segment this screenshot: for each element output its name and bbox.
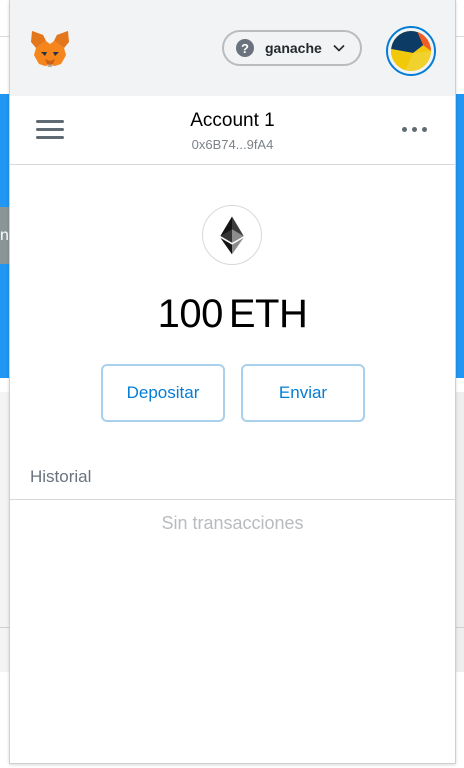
account-menu-button[interactable]	[386, 26, 436, 76]
account-address[interactable]: 0x6B74...9fA4	[10, 137, 455, 152]
send-button[interactable]: Enviar	[241, 364, 365, 422]
metamask-fox-icon[interactable]	[28, 28, 72, 72]
help-icon: ?	[236, 39, 254, 57]
app-header: ? ganache	[10, 0, 455, 96]
identicon-avatar	[391, 31, 431, 71]
page-panel-right	[456, 392, 464, 672]
page-side-letter: n	[0, 227, 9, 244]
history-divider	[10, 499, 455, 500]
network-selector[interactable]: ? ganache	[222, 30, 362, 66]
balance-display: 100 ETH	[10, 292, 455, 337]
deposit-button[interactable]: Depositar	[101, 364, 225, 422]
history-heading: Historial	[30, 467, 92, 486]
empty-transactions-text: Sin transacciones	[161, 513, 304, 533]
metamask-popup: ? ganache Account 1 0x6B74...9fA4 100 ET…	[9, 0, 456, 764]
account-bar: Account 1 0x6B74...9fA4	[10, 96, 455, 165]
more-options-icon[interactable]	[402, 127, 427, 132]
account-name[interactable]: Account 1	[10, 110, 455, 132]
network-name: ganache	[265, 40, 322, 56]
balance-amount: 100	[157, 292, 224, 336]
ethereum-icon	[202, 205, 262, 265]
chevron-down-icon	[333, 44, 345, 52]
balance-unit: ETH	[228, 292, 308, 336]
page-blue-panel-right	[456, 94, 464, 378]
